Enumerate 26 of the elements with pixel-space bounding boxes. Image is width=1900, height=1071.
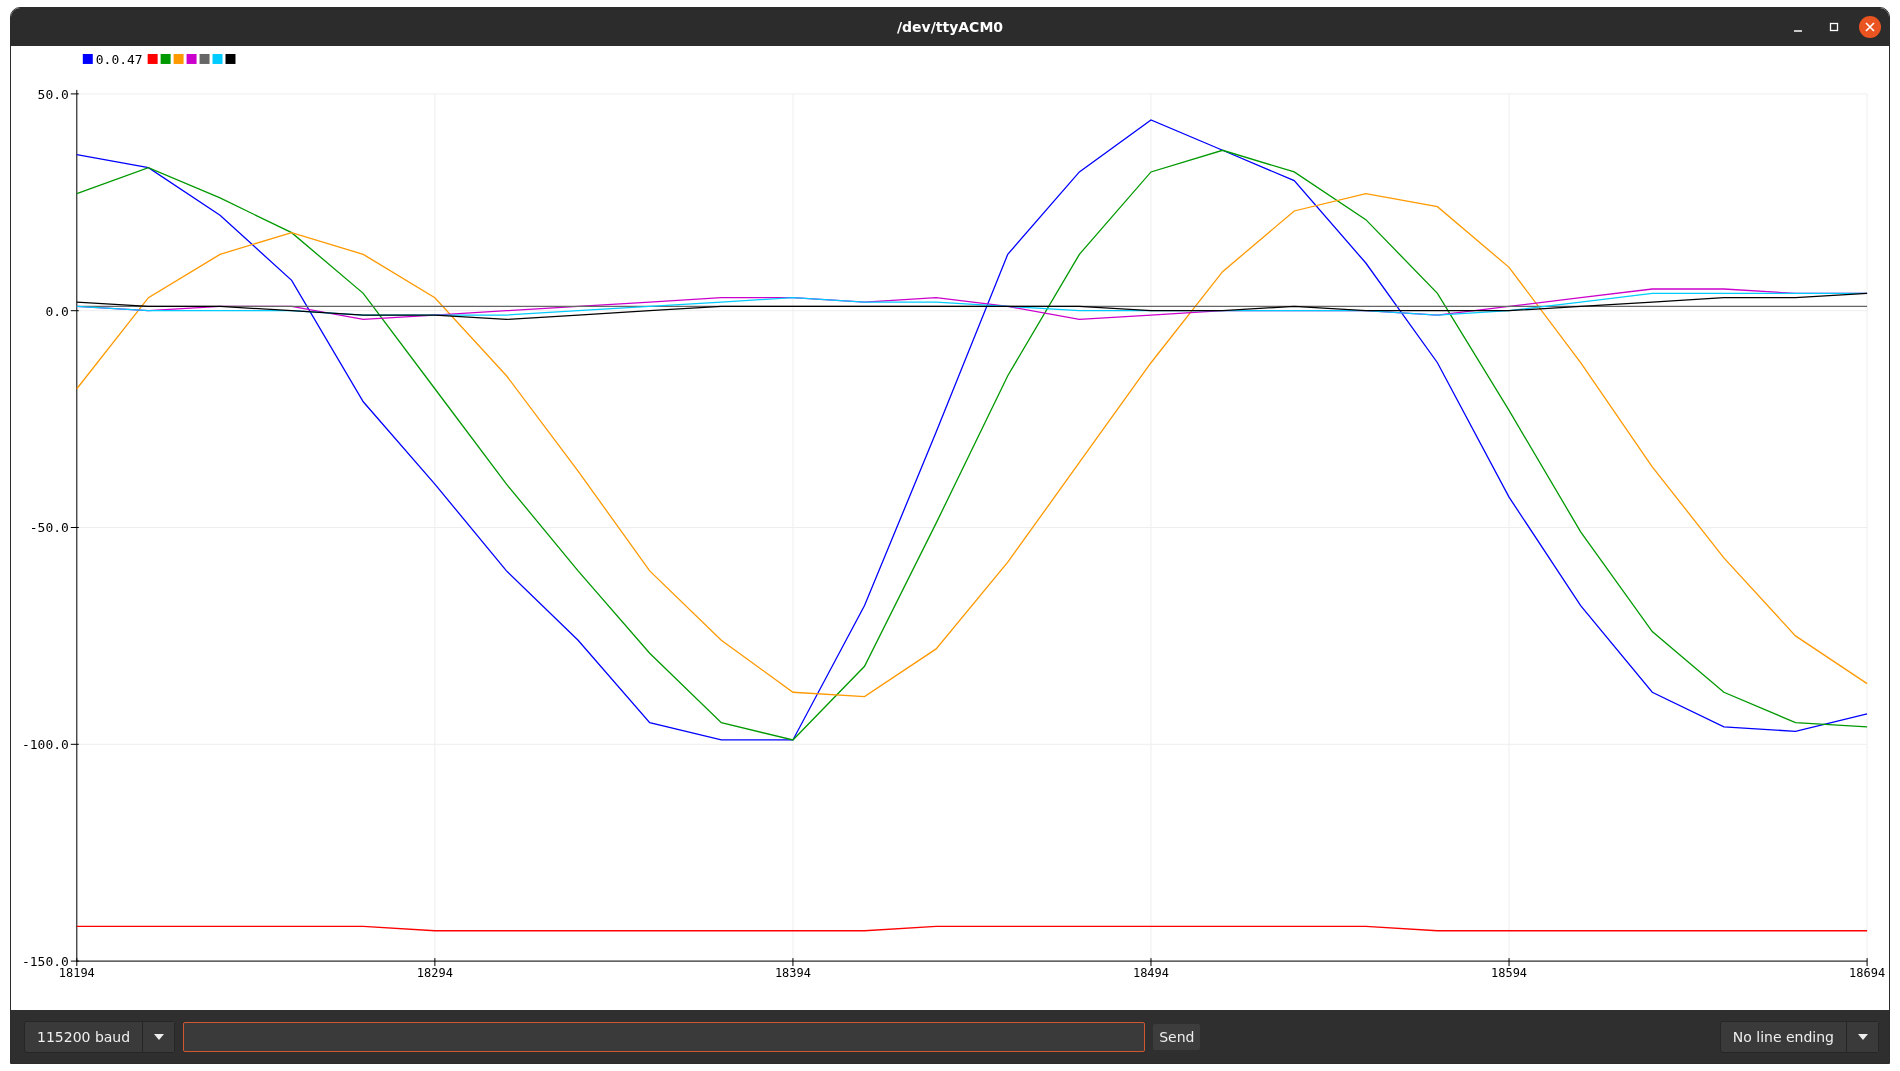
- line-ending-value: No line ending: [1731, 1027, 1835, 1047]
- window-title: /dev/ttyACM0: [896, 19, 1004, 35]
- x-tick-label: 18694: [1849, 966, 1886, 981]
- caret-icon: [1857, 1033, 1868, 1040]
- caret-icon: [153, 1033, 164, 1040]
- x-tick-label: 18294: [416, 966, 453, 981]
- dropdown-button[interactable]: [142, 1021, 175, 1052]
- legend-label: 0.0.47: [95, 51, 143, 67]
- baud-value: 115200 baud: [36, 1027, 132, 1047]
- y-tick-label: 0.0: [45, 303, 69, 319]
- x-tick-label: 18494: [1132, 966, 1169, 981]
- close-icon: [1865, 22, 1875, 32]
- baud-dropdown[interactable]: 115200 baud: [24, 1020, 176, 1053]
- y-tick-label: -100.0: [21, 737, 69, 753]
- maximize-icon: [1828, 21, 1840, 33]
- y-tick-label: 50.0: [37, 86, 69, 102]
- x-tick-label: 18394: [774, 966, 811, 981]
- x-tick-label: 18194: [58, 966, 95, 981]
- input-field[interactable]: [183, 1021, 1146, 1052]
- close-button[interactable]: [1859, 16, 1881, 38]
- send-button[interactable]: Send: [1153, 1023, 1201, 1050]
- line-ending-dropdown[interactable]: No line ending: [1719, 1020, 1879, 1053]
- y-tick-label: -50.0: [29, 520, 69, 536]
- dropdown-button[interactable]: [1846, 1021, 1878, 1052]
- minimize-icon: [1794, 30, 1802, 32]
- x-tick-label: 18594: [1491, 966, 1528, 981]
